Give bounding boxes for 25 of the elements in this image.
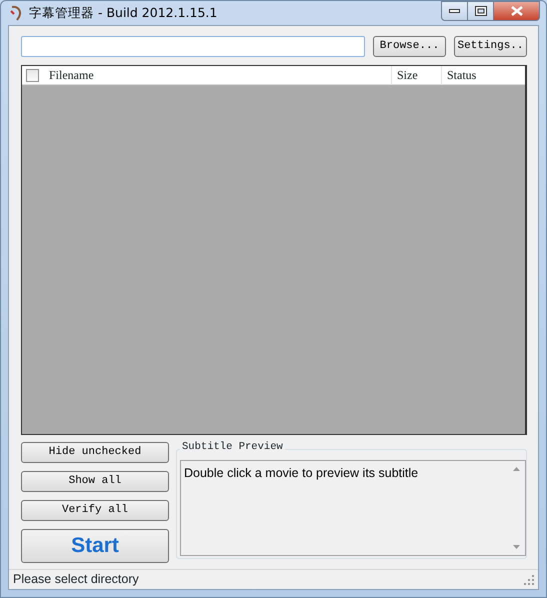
close-icon <box>510 6 522 16</box>
window-title: 字幕管理器 - Build 2012.1.15.1 <box>29 4 218 22</box>
status-text: Please select directory <box>13 571 139 588</box>
start-button[interactable]: Start <box>21 529 169 563</box>
scroll-up-icon[interactable] <box>513 467 520 471</box>
select-all-checkbox[interactable] <box>26 68 39 82</box>
minimize-icon <box>449 8 460 14</box>
maximize-icon <box>474 6 486 16</box>
column-header[interactable]: Status <box>442 66 525 84</box>
close-button[interactable] <box>494 1 540 21</box>
maximize-button[interactable] <box>468 1 494 21</box>
action-button[interactable]: Verify all <box>21 500 169 521</box>
app-icon <box>9 5 23 21</box>
minimize-button[interactable] <box>441 1 468 21</box>
preview-box[interactable]: Double click a movie to preview its subtitle <box>180 460 526 556</box>
preview-text: Double click a movie to preview its subtitle <box>184 466 418 480</box>
toolbar-button[interactable]: Settings.. <box>454 36 527 57</box>
scroll-down-icon[interactable] <box>513 545 520 549</box>
column-header[interactable]: Size <box>392 66 442 84</box>
action-button[interactable]: Hide unchecked <box>21 442 169 463</box>
resize-grip-icon[interactable] <box>524 574 534 584</box>
column-header[interactable]: Filename <box>44 66 392 84</box>
directory-field[interactable] <box>21 36 365 57</box>
action-button[interactable]: Show all <box>21 471 169 492</box>
toolbar-button[interactable]: Browse... <box>373 36 446 57</box>
